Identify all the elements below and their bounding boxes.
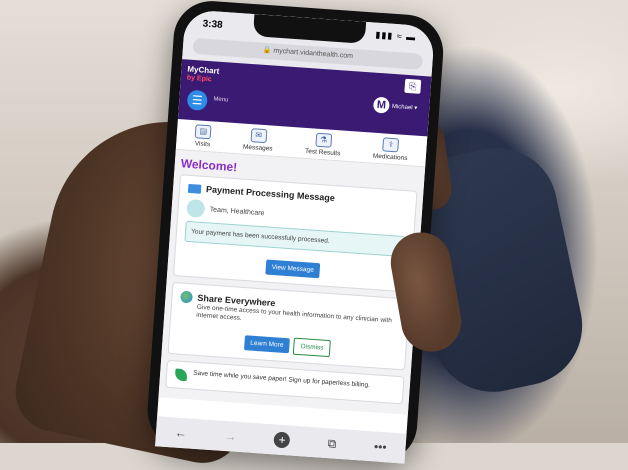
tab-visits[interactable]: ▤ Visits	[194, 124, 212, 148]
globe-icon	[180, 290, 193, 304]
tab-label: Messages	[242, 143, 273, 153]
tab-medications[interactable]: ⚕ Medications	[373, 137, 409, 162]
logout-icon[interactable]: ⎘	[404, 78, 422, 94]
user-name-dropdown[interactable]: Michael ▾	[392, 103, 418, 112]
tab-test-results[interactable]: ⚗ Test Results	[305, 132, 342, 157]
tab-messages[interactable]: ✉ Messages	[243, 128, 274, 153]
more-icon[interactable]: •••	[374, 439, 388, 454]
avatar[interactable]: M	[372, 96, 390, 114]
tab-label: Test Results	[304, 147, 341, 158]
logo-byline: by Epic	[186, 74, 212, 84]
new-tab-icon[interactable]: +	[273, 431, 291, 449]
signal-icons: ▮▮▮ ≈ ▬	[375, 29, 417, 43]
tab-label: Visits	[194, 140, 211, 149]
tab-label: Medications	[372, 152, 408, 163]
flask-icon: ⚗	[315, 132, 333, 148]
calendar-icon: ▤	[194, 124, 212, 140]
dismiss-button[interactable]: Dismiss	[293, 337, 332, 358]
menu-label: Menu	[213, 96, 229, 104]
card-title-text: Payment Processing Message	[205, 184, 336, 204]
forward-arrow-icon[interactable]: →	[224, 429, 237, 444]
back-arrow-icon[interactable]: ←	[174, 426, 187, 441]
pill-icon: ⚕	[382, 137, 400, 153]
smartphone: 3:38 ▮▮▮ ≈ ▬ 🔒 mychart.vidanthealth.com …	[145, 0, 446, 465]
envelope-icon: ✉	[250, 128, 268, 144]
tabs-icon[interactable]: ⧉	[327, 436, 337, 452]
phone-screen: 3:38 ▮▮▮ ≈ ▬ 🔒 mychart.vidanthealth.com …	[155, 9, 435, 464]
url-text: mychart.vidanthealth.com	[273, 47, 354, 61]
learn-more-button[interactable]: Learn More	[243, 335, 290, 354]
envelope-icon	[187, 183, 202, 194]
view-message-button[interactable]: View Message	[265, 259, 321, 279]
sender-avatar	[186, 198, 206, 219]
mychart-logo[interactable]: MyChart by Epic	[186, 65, 220, 85]
sender-name: Team, Healthcare	[209, 205, 265, 217]
lock-icon: 🔒	[262, 46, 272, 55]
status-time: 3:38	[202, 18, 223, 31]
payment-message-card: Payment Processing Message Team, Healthc…	[172, 174, 418, 293]
hamburger-menu-icon[interactable]: ☰	[186, 89, 208, 111]
paperless-text: Save time while you save paper! Sign up …	[192, 369, 371, 390]
share-everywhere-card: Share Everywhere Give one-time access to…	[167, 282, 410, 371]
main-content: Welcome! Payment Processing Message Team…	[158, 149, 426, 415]
leaf-icon	[174, 368, 188, 382]
